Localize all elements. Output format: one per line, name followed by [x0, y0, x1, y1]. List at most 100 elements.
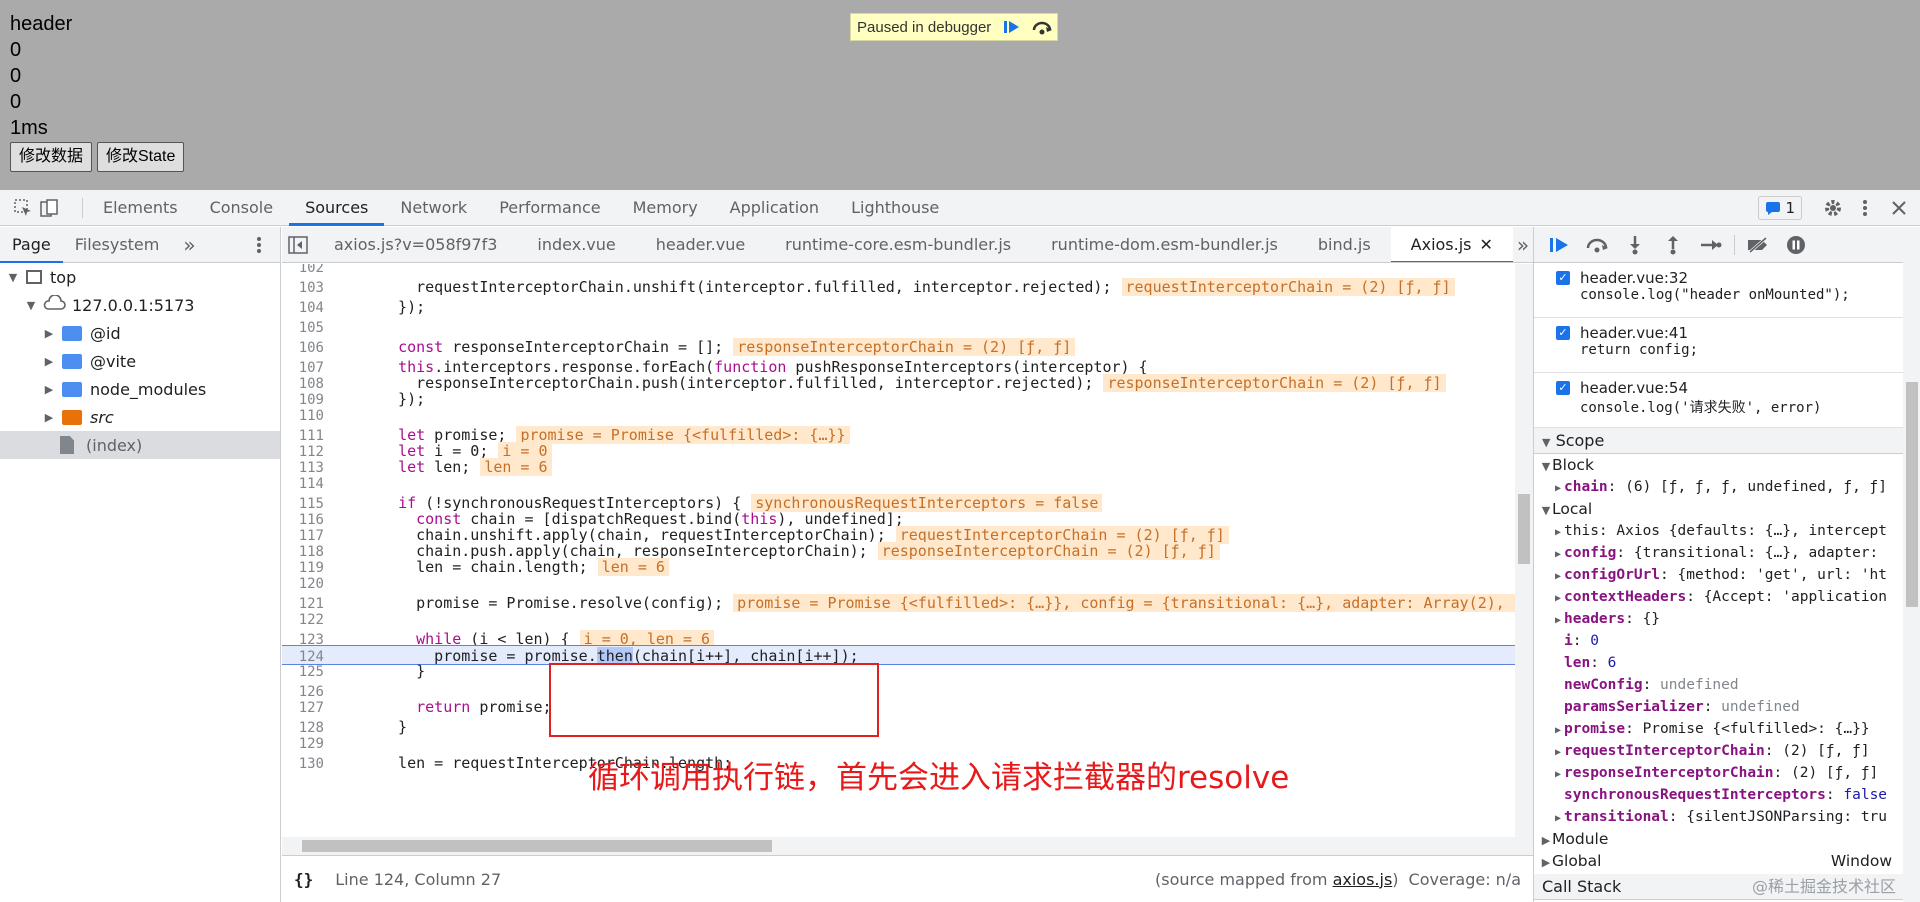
- editor-tab-active[interactable]: Axios.js ✕: [1390, 227, 1513, 262]
- tree-item[interactable]: ▶ src: [0, 403, 280, 431]
- code-line[interactable]: 106 const responseInterceptorChain = [];…: [282, 337, 1515, 357]
- tree-item[interactable]: (index): [0, 431, 280, 459]
- editor-tab[interactable]: axios.js?v=058f97f3: [314, 227, 517, 262]
- step-icon[interactable]: [1692, 227, 1730, 263]
- expand-triangle-icon[interactable]: ▶: [1552, 720, 1564, 740]
- scope-variable[interactable]: ▶ contextHeaders: {Accept: 'application: [1534, 586, 1920, 608]
- toggle-navigator-icon[interactable]: [288, 227, 308, 262]
- breakpoint-item[interactable]: ✓ header.vue:41 return config;: [1534, 318, 1920, 373]
- expand-triangle-icon[interactable]: ▶: [1552, 610, 1564, 630]
- tree-item[interactable]: ▶ node_modules: [0, 375, 280, 403]
- line-number[interactable]: 106: [282, 338, 334, 358]
- scope-group-header[interactable]: ▶ Global Window: [1534, 850, 1920, 872]
- breakpoint-checkbox[interactable]: ✓: [1556, 326, 1570, 340]
- step-over-icon[interactable]: [1578, 227, 1616, 263]
- step-out-icon[interactable]: [1654, 227, 1692, 263]
- tab-console[interactable]: Console: [194, 190, 290, 226]
- source-mapped-link[interactable]: axios.js: [1333, 870, 1393, 889]
- step-over-icon[interactable]: [1027, 14, 1057, 40]
- tab-sources[interactable]: Sources: [289, 190, 385, 226]
- tree-item[interactable]: ▶ @id: [0, 319, 280, 347]
- expand-triangle-icon[interactable]: ▶: [42, 327, 56, 340]
- editor-tab[interactable]: runtime-dom.esm-bundler.js: [1031, 227, 1298, 262]
- pause-on-exceptions-icon[interactable]: [1777, 227, 1815, 263]
- scope-variable[interactable]: newConfig: undefined: [1534, 674, 1920, 696]
- scope-variable[interactable]: ▶ config: {transitional: {…}, adapter:: [1534, 542, 1920, 564]
- scope-variable[interactable]: ▶ chain: (6) [ƒ, ƒ, ƒ, undefined, ƒ, ƒ]: [1534, 476, 1920, 498]
- modify-data-button[interactable]: 修改数据: [10, 142, 93, 172]
- expand-triangle-icon[interactable]: ▶: [1552, 742, 1564, 762]
- scope-group-header[interactable]: ▼ Local: [1534, 498, 1920, 520]
- line-number[interactable]: 125: [282, 662, 334, 682]
- scope-variable[interactable]: ▶ headers: {}: [1534, 608, 1920, 630]
- editor-tab[interactable]: bind.js: [1298, 227, 1391, 262]
- tab-filesystem[interactable]: Filesystem: [63, 227, 172, 263]
- resume-icon[interactable]: [1540, 227, 1578, 263]
- modify-state-button[interactable]: 修改State: [97, 142, 185, 172]
- expand-triangle-icon[interactable]: ▶: [1552, 566, 1564, 586]
- tab-memory[interactable]: Memory: [617, 190, 714, 226]
- expand-triangle-icon[interactable]: ▶: [42, 383, 56, 396]
- expand-triangle-icon[interactable]: ▶: [1552, 522, 1564, 542]
- tab-elements[interactable]: Elements: [87, 190, 194, 226]
- scope-variable[interactable]: ▶ responseInterceptorChain: (2) [ƒ, ƒ]: [1534, 762, 1920, 784]
- line-number[interactable]: 102: [282, 264, 334, 278]
- scrollbar-thumb[interactable]: [302, 840, 772, 852]
- vertical-scrollbar[interactable]: [1515, 264, 1533, 855]
- scrollbar-thumb[interactable]: [1906, 382, 1918, 607]
- more-editor-tabs-icon[interactable]: »: [1513, 227, 1533, 262]
- scope-variable[interactable]: ▶ requestInterceptorChain: (2) [ƒ, ƒ]: [1534, 740, 1920, 762]
- editor-tab[interactable]: index.vue: [517, 227, 635, 262]
- tab-performance[interactable]: Performance: [483, 190, 616, 226]
- scope-variable[interactable]: ▶ this: Axios {defaults: {…}, intercept: [1534, 520, 1920, 542]
- scope-variable[interactable]: ▶ transitional: {silentJSONParsing: tru: [1534, 806, 1920, 828]
- scope-group-header[interactable]: ▼ Block: [1534, 454, 1920, 476]
- line-number[interactable]: 127: [282, 698, 334, 718]
- line-number[interactable]: 129: [282, 734, 334, 754]
- expand-triangle-icon[interactable]: ▶: [1552, 544, 1564, 564]
- scope-variable[interactable]: ▶ promise: Promise {<fulfilled>: {…}}: [1534, 718, 1920, 740]
- line-number[interactable]: 114: [282, 474, 334, 494]
- code-line[interactable]: 120: [282, 573, 1515, 593]
- line-number[interactable]: 104: [282, 298, 334, 318]
- line-number[interactable]: 105: [282, 318, 334, 338]
- expand-triangle-icon[interactable]: ▶: [42, 355, 56, 368]
- expand-triangle-icon[interactable]: ▶: [1552, 764, 1564, 784]
- code-line[interactable]: 114: [282, 473, 1515, 493]
- expand-triangle-icon[interactable]: ▶: [1552, 588, 1564, 608]
- scope-variable[interactable]: synchronousRequestInterceptors: false: [1534, 784, 1920, 806]
- code-line[interactable]: 129: [282, 733, 1515, 753]
- editor-tab[interactable]: runtime-core.esm-bundler.js: [765, 227, 1031, 262]
- more-options-icon[interactable]: [1852, 190, 1878, 226]
- expand-triangle-icon[interactable]: ▶: [1552, 808, 1564, 828]
- tab-application[interactable]: Application: [714, 190, 835, 226]
- deactivate-breakpoints-icon[interactable]: [1739, 227, 1777, 263]
- tree-item[interactable]: ▶ @vite: [0, 347, 280, 375]
- device-toolbar-icon[interactable]: [36, 190, 62, 226]
- scope-variable[interactable]: len: 6: [1534, 652, 1920, 674]
- tab-page[interactable]: Page: [0, 227, 63, 263]
- code-line[interactable]: 103 requestInterceptorChain.unshift(inte…: [282, 277, 1515, 297]
- code-line[interactable]: 122: [282, 609, 1515, 629]
- code-line[interactable]: 127 return promise;: [282, 697, 1515, 717]
- scope-group-header[interactable]: ▶ Module: [1534, 828, 1920, 850]
- code-line[interactable]: 105: [282, 317, 1515, 337]
- tree-item[interactable]: ▼ 127.0.0.1:5173: [0, 291, 280, 319]
- line-number[interactable]: 120: [282, 574, 334, 594]
- scope-variable[interactable]: paramsSerializer: undefined: [1534, 696, 1920, 718]
- scope-section-header[interactable]: ▼ Scope: [1534, 428, 1920, 454]
- horizontal-scrollbar[interactable]: [282, 837, 1515, 855]
- breakpoint-checkbox[interactable]: ✓: [1556, 381, 1570, 395]
- inspect-element-icon[interactable]: [10, 190, 36, 226]
- breakpoint-checkbox[interactable]: ✓: [1556, 271, 1570, 285]
- tree-item[interactable]: ▼ top: [0, 263, 280, 291]
- expand-triangle-icon[interactable]: ▼: [24, 299, 38, 312]
- editor-tab[interactable]: header.vue: [636, 227, 765, 262]
- code-line[interactable]: 110: [282, 405, 1515, 425]
- expand-triangle-icon[interactable]: ▼: [6, 271, 20, 284]
- resume-icon[interactable]: [997, 14, 1027, 40]
- pretty-print-icon[interactable]: {}: [294, 870, 313, 889]
- issues-badge[interactable]: 1: [1758, 195, 1802, 220]
- line-number[interactable]: 110: [282, 406, 334, 426]
- debugger-scrollbar[interactable]: [1903, 227, 1920, 902]
